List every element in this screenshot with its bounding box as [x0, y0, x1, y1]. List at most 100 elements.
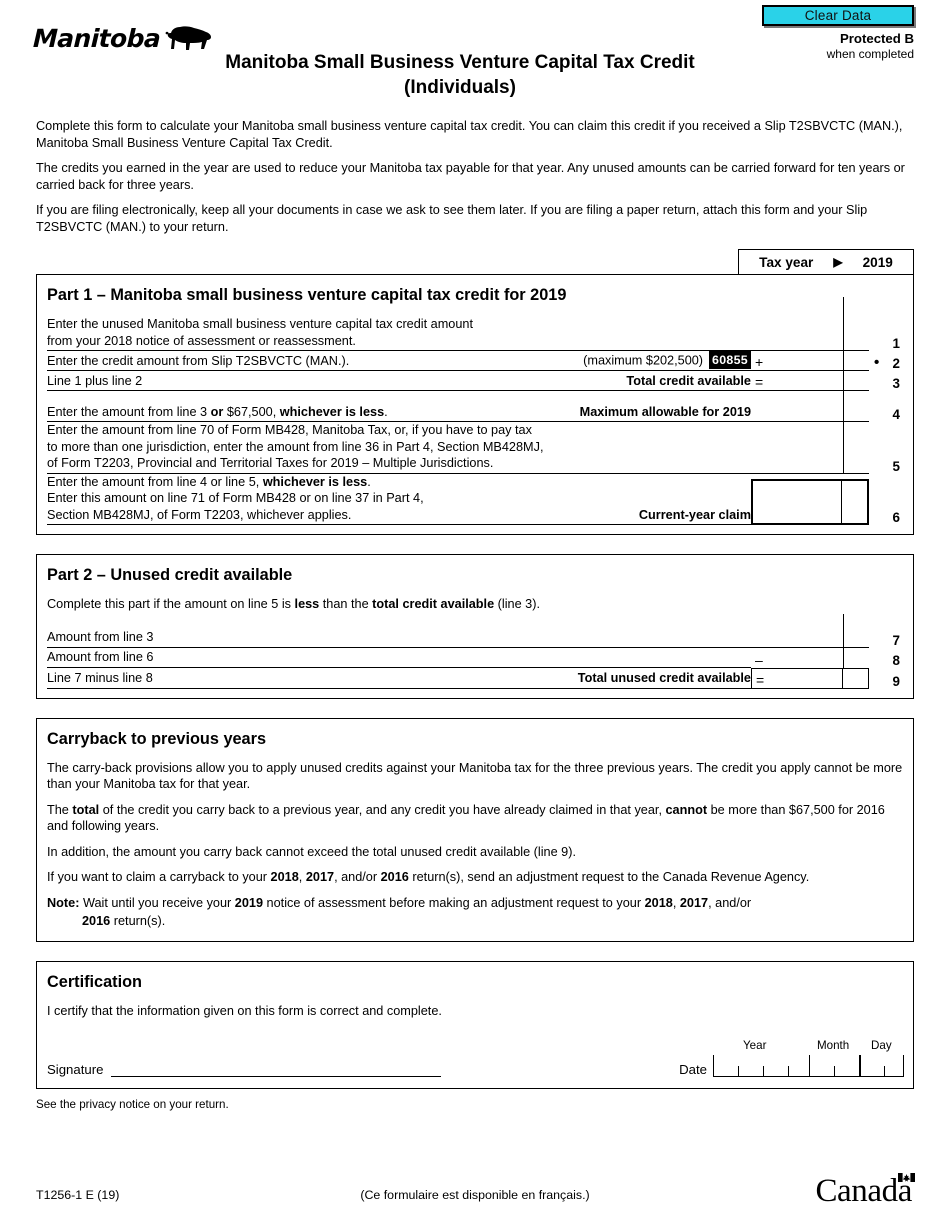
- line-9-caption: Total unused credit available: [577, 671, 751, 686]
- carryback-note-year-2017: 2017: [679, 895, 709, 910]
- line-7-number: 7: [892, 632, 900, 648]
- signature-date-row: Signature Date Year Month Day: [47, 1039, 904, 1079]
- calc-row-7: Amount from line 3 7: [47, 613, 903, 648]
- page-header: Clear Data Protected B when completed Ma…: [0, 0, 950, 118]
- line-5-amount-input[interactable]: [751, 405, 869, 474]
- line-2-maximum-note-wrap: (maximum $202,500) 60855: [583, 351, 751, 370]
- line-3-label: Line 1 plus line 2 Total credit availabl…: [47, 373, 751, 392]
- line-4-number: 4: [892, 407, 900, 423]
- line-1-label: Enter the unused Manitoba small business…: [47, 316, 751, 351]
- carryback-paragraph-1: The carry-back provisions allow you to a…: [47, 760, 903, 792]
- line-2-amount-input[interactable]: +: [751, 337, 869, 372]
- carryback-p4-year-2016: 2016: [380, 870, 409, 885]
- line-3-text: Line 1 plus line 2: [47, 373, 143, 388]
- date-tick: [834, 1066, 835, 1078]
- right-arrow-icon: ▶: [833, 255, 843, 269]
- calc-row-5: Enter the amount from line 70 of Form MB…: [47, 405, 903, 474]
- calc-row-2: Enter the credit amount from Slip T2SBVC…: [47, 337, 903, 372]
- line-3-number: 3: [892, 376, 900, 392]
- carryback-p4-a: If you want to claim a carryback to your: [47, 870, 271, 885]
- french-availability-note: (Ce formulaire est disponible en françai…: [360, 1188, 590, 1202]
- line-2-number: • 2: [869, 355, 903, 371]
- date-tick: [713, 1055, 714, 1078]
- carryback-note-b: notice of assessment before making an ad…: [263, 895, 645, 910]
- part-2-intro-bold-less: less: [294, 597, 320, 612]
- bison-icon: [165, 26, 212, 50]
- line-7-label: Amount from line 3: [47, 629, 751, 648]
- line-4-amount-input[interactable]: [751, 388, 869, 423]
- line-5-label: Enter the amount from line 70 of Form MB…: [47, 422, 751, 474]
- carryback-note-line2: 2016 return(s).: [82, 913, 903, 930]
- line-8-amount-input[interactable]: –: [751, 633, 869, 668]
- line-6-amount-input[interactable]: [751, 479, 869, 526]
- cents-divider: [842, 668, 843, 688]
- line-7-amount-input[interactable]: [751, 613, 869, 648]
- line-6-text-b: Enter this amount on line 71 of Form MB4…: [47, 491, 424, 506]
- date-tick: [859, 1055, 861, 1078]
- clear-data-button[interactable]: Clear Data: [762, 5, 914, 26]
- date-tick: [763, 1066, 764, 1078]
- certification-section: Certification I certify that the informa…: [36, 960, 914, 1090]
- carryback-note-year-2019: 2019: [234, 895, 264, 910]
- carryback-note-year-2018: 2018: [644, 895, 673, 910]
- page-title-line2: (Individuals): [404, 77, 516, 99]
- line-4-label: Enter the amount from line 3 or $67,500,…: [47, 404, 751, 423]
- carryback-note-f: return(s).: [110, 914, 166, 929]
- carryback-p4-year-2018: 2018: [270, 870, 299, 885]
- part-1-calculations: Enter the unused Manitoba small business…: [47, 297, 903, 526]
- line-9-operator: =: [756, 671, 765, 688]
- carryback-paragraph-4: If you want to claim a carryback to your…: [47, 869, 903, 886]
- line-3-amount-input[interactable]: =: [751, 357, 869, 392]
- line-5-text-a: Enter the amount from line 70 of Form MB…: [47, 423, 532, 438]
- line-4-text-plain2: $67,500,: [223, 404, 280, 419]
- line-4-text-plain3: .: [384, 404, 388, 419]
- line-3-caption: Total credit available: [626, 373, 751, 388]
- line-8-label: Amount from line 6: [47, 649, 751, 668]
- carryback-paragraph-3: In addition, the amount you carry back c…: [47, 844, 576, 859]
- protected-b-label: Protected B: [839, 31, 914, 46]
- date-baseline: [713, 1076, 903, 1078]
- calc-row-8: Amount from line 6 – 8: [47, 633, 903, 668]
- line-6-number: 6: [892, 510, 900, 526]
- part-2-calculations: Amount from line 3 7 Amount from line 6 …: [47, 613, 903, 689]
- canada-wordmark: Canada: [815, 1173, 915, 1208]
- carryback-note: Note: Wait until you receive your 2019 n…: [47, 895, 903, 912]
- cents-divider: [843, 405, 844, 473]
- calc-row-1: Enter the unused Manitoba small business…: [47, 297, 903, 351]
- calc-row-3: Line 1 plus line 2 Total credit availabl…: [47, 357, 903, 392]
- tax-year-box: Tax year ▶ 2019: [738, 249, 914, 274]
- date-input[interactable]: Year Month Day: [713, 1039, 904, 1078]
- page-title-line1: Manitoba Small Business Venture Capital …: [225, 52, 695, 73]
- cents-divider: [843, 633, 844, 668]
- line-1-text-a: Enter the unused Manitoba small business…: [47, 317, 473, 331]
- carryback-p2-bold-total: total: [72, 802, 100, 817]
- line-4-caption: Maximum allowable for 2019: [579, 404, 751, 419]
- part-2-intro-plain1: Complete this part if the amount on line…: [47, 597, 295, 612]
- line-9-label: Line 7 minus line 8 Total unused credit …: [47, 670, 751, 689]
- carryback-p2-b: of the credit you carry back to a previo…: [99, 802, 666, 817]
- intro-paragraph-1: Complete this form to calculate your Man…: [36, 119, 903, 150]
- line-4-text-bold-less: whichever is less: [279, 404, 385, 419]
- carryback-note-a: Wait until you receive your: [79, 895, 235, 910]
- carryback-heading: Carryback to previous years: [47, 729, 267, 748]
- line-1-amount-input[interactable]: [751, 297, 869, 351]
- line-2-field-code: 60855: [709, 351, 751, 370]
- line-2-text: Enter the credit amount from Slip T2SBVC…: [47, 353, 350, 368]
- carryback-section: Carryback to previous years The carry-ba…: [36, 717, 914, 942]
- tax-year-value: 2019: [862, 254, 893, 270]
- date-tick: [738, 1066, 739, 1078]
- calc-row-6: Enter the amount from line 4 or line 5, …: [47, 474, 903, 526]
- page-title: Manitoba Small Business Venture Capital …: [0, 50, 950, 100]
- manitoba-wordmark: Manitoba: [32, 23, 161, 53]
- date-label: Date: [679, 1062, 707, 1078]
- carryback-note-d: , and/or: [708, 895, 752, 910]
- line-6-caption: Current-year claim: [638, 507, 751, 522]
- line-9-amount-input[interactable]: =: [751, 667, 869, 689]
- line-5-text-b: to more than one jurisdiction, enter the…: [47, 439, 544, 454]
- line-2-operator: +: [755, 354, 764, 371]
- part-2-intro-plain2: than the: [319, 597, 373, 612]
- date-year-label: Year: [743, 1039, 767, 1053]
- date-tick-marks: [713, 1055, 904, 1078]
- signature-input[interactable]: [111, 1060, 442, 1078]
- line-9-number: 9: [892, 673, 900, 689]
